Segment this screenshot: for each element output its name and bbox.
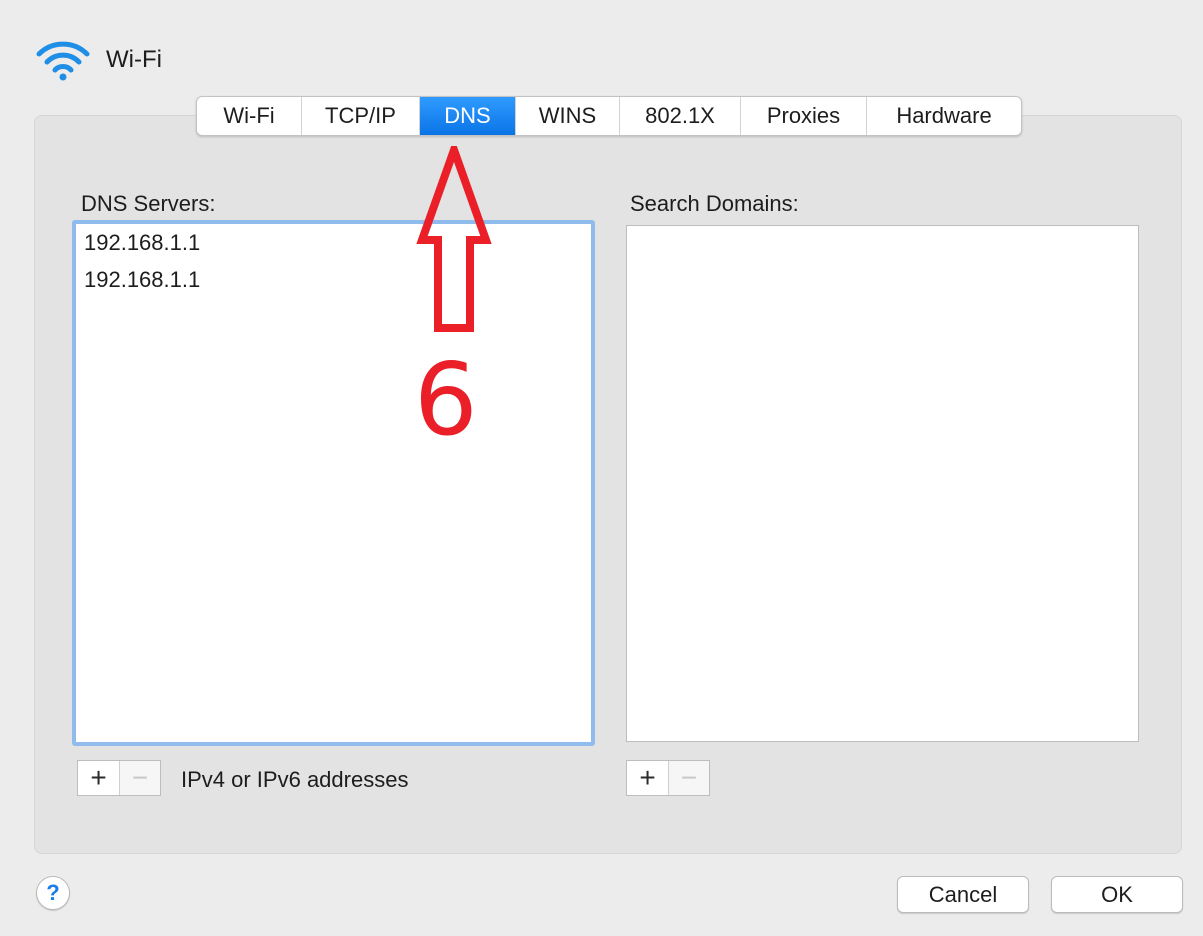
window-header: Wi-Fi: [34, 36, 162, 84]
add-dns-server-button[interactable]: +: [78, 761, 119, 795]
network-dns-window: Wi-Fi Wi-Fi TCP/IP DNS WINS 802.1X Proxi…: [0, 0, 1203, 936]
search-domains-list[interactable]: [626, 225, 1139, 742]
remove-search-domain-button[interactable]: −: [668, 761, 709, 795]
dns-servers-list[interactable]: 192.168.1.1 192.168.1.1: [72, 220, 595, 746]
search-domains-add-remove: + −: [626, 760, 710, 796]
list-item[interactable]: 192.168.1.1: [76, 261, 591, 298]
list-item[interactable]: 192.168.1.1: [76, 224, 591, 261]
tab-8021x[interactable]: 802.1X: [620, 97, 741, 135]
tab-proxies[interactable]: Proxies: [741, 97, 867, 135]
annotation-step-number: 6: [414, 341, 478, 458]
tab-hardware[interactable]: Hardware: [867, 97, 1021, 135]
tab-wins[interactable]: WINS: [516, 97, 620, 135]
cancel-button[interactable]: Cancel: [897, 876, 1029, 913]
window-title: Wi-Fi: [106, 46, 162, 73]
remove-dns-server-button[interactable]: −: [119, 761, 160, 795]
add-search-domain-button[interactable]: +: [627, 761, 668, 795]
tab-wifi[interactable]: Wi-Fi: [197, 97, 302, 135]
tab-bar: Wi-Fi TCP/IP DNS WINS 802.1X Proxies Har…: [196, 96, 1022, 136]
help-button[interactable]: ?: [36, 876, 70, 910]
dns-servers-label: DNS Servers:: [81, 191, 216, 216]
tab-tcpip[interactable]: TCP/IP: [302, 97, 420, 135]
dns-servers-hint: IPv4 or IPv6 addresses: [181, 767, 409, 792]
annotation-arrow-icon: [416, 146, 492, 332]
ok-button[interactable]: OK: [1051, 876, 1183, 913]
tab-dns[interactable]: DNS: [420, 97, 516, 135]
dns-servers-add-remove: + −: [77, 760, 161, 796]
search-domains-label: Search Domains:: [630, 191, 799, 216]
wifi-icon: [36, 41, 90, 81]
